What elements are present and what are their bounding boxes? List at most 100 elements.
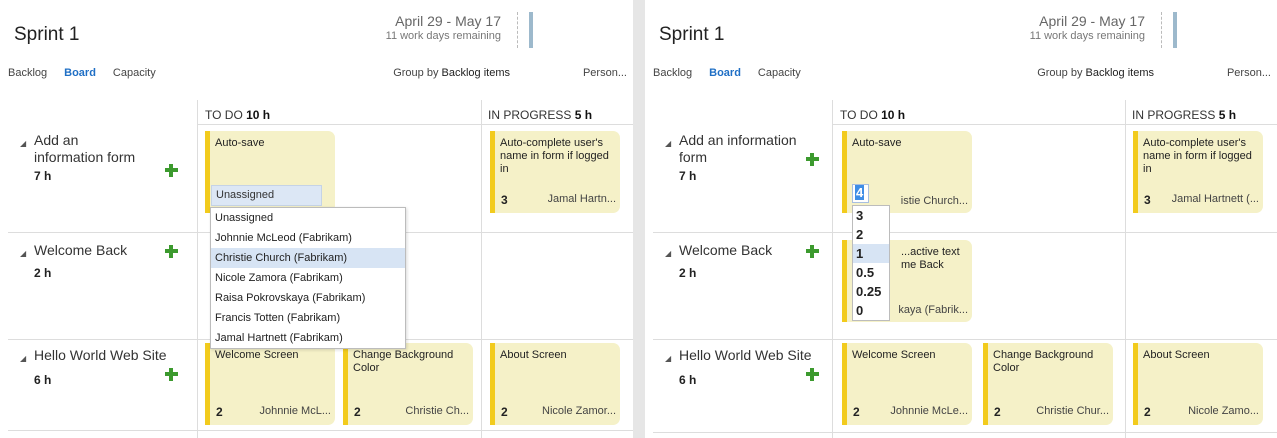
task-card-about-screen[interactable]: About Screen 2 Nicole Zamo... bbox=[1133, 343, 1263, 425]
group-by-label: Group by bbox=[393, 67, 439, 79]
view-tabs: Backlog Board Capacity bbox=[653, 67, 801, 79]
dropdown-option[interactable]: Raisa Pokrovskaya (Fabrikam) bbox=[211, 288, 405, 308]
dropdown-option[interactable]: Unassigned bbox=[211, 208, 405, 228]
card-owner[interactable]: kaya (Fabrik... bbox=[898, 304, 968, 316]
header-divider bbox=[833, 124, 1277, 125]
card-footer: 2 Johnnie McLe... bbox=[853, 405, 968, 419]
group-by-control[interactable]: Group by Backlog items bbox=[1037, 67, 1154, 79]
column-header-todo: TO DO 10 h bbox=[205, 108, 270, 122]
tab-backlog[interactable]: Backlog bbox=[653, 67, 692, 79]
collapse-triangle-icon[interactable]: ◢ bbox=[20, 350, 26, 367]
collapse-triangle-icon[interactable]: ◢ bbox=[665, 245, 671, 262]
add-task-plus-icon[interactable] bbox=[806, 153, 819, 166]
dropdown-option[interactable]: 0 bbox=[853, 301, 889, 320]
task-card-auto-complete[interactable]: Auto-complete user's name in form if log… bbox=[1133, 131, 1263, 213]
dropdown-option[interactable]: Francis Totten (Fabrikam) bbox=[211, 308, 405, 328]
card-estimate[interactable]: 2 bbox=[853, 405, 860, 419]
row-divider bbox=[653, 432, 1277, 433]
remaining-work-field[interactable]: 4 bbox=[852, 184, 869, 203]
dropdown-option[interactable]: Jamal Hartnett (Fabrikam) bbox=[211, 328, 405, 348]
dropdown-option[interactable]: 0.25 bbox=[853, 282, 889, 301]
card-owner[interactable]: Christie Chur... bbox=[1036, 405, 1109, 419]
card-owner[interactable]: Christie Ch... bbox=[405, 405, 469, 419]
row-title-hello-world[interactable]: ◢ Hello World Web Site bbox=[20, 347, 180, 364]
tab-capacity[interactable]: Capacity bbox=[113, 67, 156, 79]
row-hours: 7 h bbox=[34, 169, 52, 183]
row-title-info-form[interactable]: ◢ Add an information form bbox=[665, 132, 800, 166]
task-card-welcome-screen[interactable]: Welcome Screen 2 Johnnie McL... bbox=[205, 343, 335, 425]
column-name: TO DO bbox=[205, 108, 243, 122]
date-range: April 29 - May 17 bbox=[1039, 13, 1145, 29]
collapse-triangle-icon[interactable]: ◢ bbox=[665, 135, 671, 152]
card-estimate[interactable]: 3 bbox=[1144, 193, 1151, 207]
card-title: About Screen bbox=[1143, 349, 1210, 361]
group-by-control[interactable]: Group by Backlog items bbox=[393, 67, 510, 79]
row-title-welcome-back[interactable]: ◢ Welcome Back bbox=[20, 242, 160, 259]
card-estimate[interactable]: 2 bbox=[501, 405, 508, 419]
card-footer: 3 Jamal Hartnett (... bbox=[1144, 193, 1259, 207]
card-owner[interactable]: istie Church... bbox=[901, 195, 968, 207]
card-owner[interactable]: Johnnie McL... bbox=[259, 405, 331, 419]
card-estimate[interactable]: 3 bbox=[501, 193, 508, 207]
task-card-auto-complete[interactable]: Auto-complete user's name in form if log… bbox=[490, 131, 620, 213]
card-footer: 2 Nicole Zamo... bbox=[1144, 405, 1259, 419]
dropdown-option[interactable]: 0.5 bbox=[853, 263, 889, 282]
assigned-to-dropdown: Unassigned Johnnie McLeod (Fabrikam) Chr… bbox=[210, 207, 406, 349]
column-hours: 10 h bbox=[246, 108, 271, 122]
row-title-hello-world[interactable]: ◢ Hello World Web Site bbox=[665, 347, 825, 364]
add-task-plus-icon[interactable] bbox=[806, 368, 819, 381]
card-owner[interactable]: Jamal Hartn... bbox=[548, 193, 616, 207]
collapse-triangle-icon[interactable]: ◢ bbox=[20, 135, 26, 152]
person-filter[interactable]: Person... bbox=[1227, 67, 1271, 79]
card-owner[interactable]: Johnnie McLe... bbox=[890, 405, 968, 419]
card-estimate[interactable]: 2 bbox=[354, 405, 361, 419]
add-task-plus-icon[interactable] bbox=[165, 245, 178, 258]
dropdown-option-highlighted[interactable]: Christie Church (Fabrikam) bbox=[211, 248, 405, 268]
board-panel-right: Sprint 1 April 29 - May 17 11 work days … bbox=[645, 0, 1277, 438]
tab-capacity[interactable]: Capacity bbox=[758, 67, 801, 79]
card-estimate[interactable]: 2 bbox=[216, 405, 223, 419]
card-footer: 2 Johnnie McL... bbox=[216, 405, 331, 419]
person-filter[interactable]: Person... bbox=[583, 67, 627, 79]
dropdown-option[interactable]: Nicole Zamora (Fabrikam) bbox=[211, 268, 405, 288]
add-task-plus-icon[interactable] bbox=[806, 245, 819, 258]
days-remaining: 11 work days remaining bbox=[1029, 30, 1145, 42]
assigned-to-field[interactable]: Unassigned bbox=[211, 185, 322, 206]
row-title-info-form[interactable]: ◢ Add an information form bbox=[20, 132, 150, 166]
column-header-in-progress: IN PROGRESS 5 h bbox=[488, 108, 592, 122]
group-by-value[interactable]: Backlog items bbox=[442, 67, 510, 79]
task-card-welcome-screen[interactable]: Welcome Screen 2 Johnnie McLe... bbox=[842, 343, 972, 425]
add-task-plus-icon[interactable] bbox=[165, 368, 178, 381]
tab-board[interactable]: Board bbox=[709, 67, 741, 79]
burndown-chart-mini[interactable] bbox=[1173, 12, 1177, 48]
row-title-welcome-back[interactable]: ◢ Welcome Back bbox=[665, 242, 805, 259]
card-estimate[interactable]: 2 bbox=[1144, 405, 1151, 419]
card-owner[interactable]: Jamal Hartnett (... bbox=[1172, 193, 1259, 207]
remaining-work-value: 4 bbox=[855, 185, 865, 200]
card-owner[interactable]: Nicole Zamo... bbox=[1188, 405, 1259, 419]
tab-backlog[interactable]: Backlog bbox=[8, 67, 47, 79]
row-divider bbox=[653, 339, 1277, 340]
card-footer: 2 Nicole Zamor... bbox=[501, 405, 616, 419]
row-hours: 2 h bbox=[679, 266, 697, 280]
collapse-triangle-icon[interactable]: ◢ bbox=[665, 350, 671, 367]
sprint-dates: April 29 - May 17 11 work days remaining bbox=[1030, 13, 1145, 42]
dropdown-option[interactable]: 3 bbox=[853, 206, 889, 225]
task-card-change-background[interactable]: Change Background Color 2 Christie Chur.… bbox=[983, 343, 1113, 425]
task-card-change-background[interactable]: Change Background Color 2 Christie Ch... bbox=[343, 343, 473, 425]
dropdown-option[interactable]: Johnnie McLeod (Fabrikam) bbox=[211, 228, 405, 248]
dropdown-option-highlighted[interactable]: 1 bbox=[853, 244, 889, 263]
card-title: Welcome Screen bbox=[215, 349, 299, 361]
collapse-triangle-icon[interactable]: ◢ bbox=[20, 245, 26, 262]
card-title: Welcome Screen bbox=[852, 349, 936, 361]
dropdown-option[interactable]: 2 bbox=[853, 225, 889, 244]
burndown-chart-mini[interactable] bbox=[529, 12, 533, 48]
card-owner[interactable]: Nicole Zamor... bbox=[542, 405, 616, 419]
card-estimate[interactable]: 2 bbox=[994, 405, 1001, 419]
tab-board[interactable]: Board bbox=[64, 67, 96, 79]
board-panel-left: Sprint 1 April 29 - May 17 11 work days … bbox=[0, 0, 633, 438]
sprint-dates: April 29 - May 17 11 work days remaining bbox=[386, 13, 501, 42]
group-by-value[interactable]: Backlog items bbox=[1086, 67, 1154, 79]
task-card-about-screen[interactable]: About Screen 2 Nicole Zamor... bbox=[490, 343, 620, 425]
add-task-plus-icon[interactable] bbox=[165, 164, 178, 177]
